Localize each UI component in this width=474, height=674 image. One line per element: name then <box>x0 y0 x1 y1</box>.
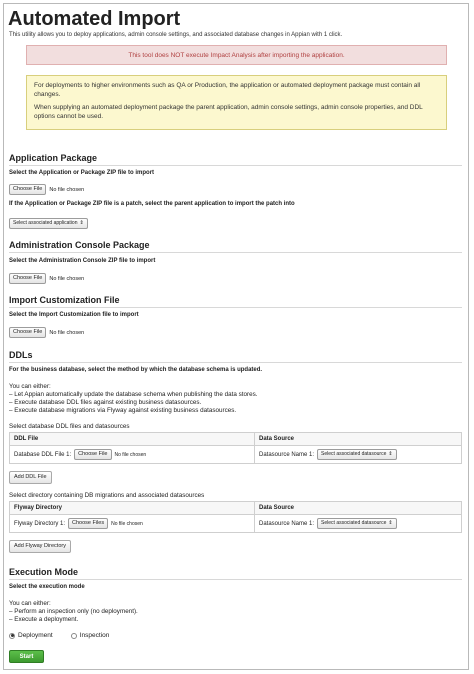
ddl-datasource-label: Datasource Name 1: <box>259 451 315 458</box>
ddl-datasource-select[interactable]: Select associated datasource ⇕ <box>317 449 397 460</box>
execution-option-1: – Perform an inspection only (no deploym… <box>9 608 138 615</box>
admin-console-file-status: No file chosen <box>49 275 85 282</box>
divider <box>9 579 462 580</box>
customization-label: Select the Import Customization file to … <box>9 312 139 318</box>
execution-either-text: You can either: <box>9 600 51 607</box>
deployment-radio[interactable] <box>9 632 15 639</box>
flyway-directories-table: Flyway Directory Data Source Flyway Dire… <box>9 501 462 533</box>
deployment-radio-label[interactable]: Deployment <box>18 632 53 639</box>
section-title-execution-mode: Execution Mode <box>9 567 79 577</box>
data-source-column-header: Data Source <box>259 436 295 442</box>
ddl-datasource-cell: Datasource Name 1: Select associated dat… <box>255 449 461 460</box>
ddl-file-status: No file chosen <box>114 451 147 458</box>
customization-file-picker: Choose File No file chosen <box>9 327 84 338</box>
divider <box>9 165 462 166</box>
divider <box>9 362 462 363</box>
parent-application-select[interactable]: Select associated application ⇕ <box>9 218 88 229</box>
info-alert-text-1: For deployments to higher environments s… <box>34 82 421 98</box>
divider <box>9 252 462 253</box>
select-caret-icon: ⇕ <box>388 520 393 526</box>
patch-parent-label: If the Application or Package ZIP file i… <box>9 201 295 207</box>
parent-application-select-value: Select associated application <box>13 220 78 226</box>
ddl-file-cell: Database DDL File 1: Choose File No file… <box>10 446 255 463</box>
page-title: Automated Import <box>8 8 181 30</box>
table-row: Database DDL File 1: Choose File No file… <box>10 446 461 463</box>
ddl-datasource-select-value: Select associated datasource <box>321 451 387 457</box>
ddl-table-header: DDL File Data Source <box>10 433 461 446</box>
inspection-radio-label[interactable]: Inspection <box>80 632 110 639</box>
admin-console-file-picker: Choose File No file chosen <box>9 273 84 284</box>
ddl-choose-file-button[interactable]: Choose File <box>74 449 112 460</box>
ddl-either-text: You can either: <box>9 383 51 390</box>
data-source-column-header: Data Source <box>259 505 295 511</box>
ddl-option-1: – Let Appian automatically update the da… <box>9 391 258 398</box>
info-alert-text-2: When supplying an automated deployment p… <box>34 104 423 120</box>
flyway-datasource-label: Datasource Name 1: <box>259 520 315 527</box>
ddl-file-row-label: Database DDL File 1: <box>14 451 72 458</box>
ddl-method-label: For the business database, select the me… <box>9 367 263 373</box>
execution-option-2: – Execute a deployment. <box>9 616 79 623</box>
flyway-table-header: Flyway Directory Data Source <box>10 502 461 515</box>
table-row: Flyway Directory 1: Choose Files No file… <box>10 515 461 532</box>
add-flyway-directory-button[interactable]: Add Flyway Directory <box>9 540 71 553</box>
select-caret-icon: ⇕ <box>79 220 84 226</box>
ddl-option-3: – Execute database migrations via Flyway… <box>9 407 237 414</box>
execution-mode-label: Select the execution mode <box>9 584 85 590</box>
admin-console-zip-label: Select the Administration Console ZIP fi… <box>9 258 156 264</box>
start-button[interactable]: Start <box>9 650 44 663</box>
error-alert: This tool does NOT execute Impact Analys… <box>26 45 447 65</box>
flyway-file-status: No file chosen <box>111 520 143 527</box>
customization-choose-file-button[interactable]: Choose File <box>9 327 47 338</box>
flyway-choose-files-button[interactable]: Choose Files <box>68 518 109 529</box>
info-alert: For deployments to higher environments s… <box>26 75 447 130</box>
section-title-admin-console: Administration Console Package <box>9 240 150 250</box>
parent-application-select-row: Select associated application ⇕ <box>9 218 88 229</box>
select-caret-icon: ⇕ <box>388 451 393 457</box>
section-title-ddls: DDLs <box>9 350 33 360</box>
admin-console-choose-file-button[interactable]: Choose File <box>9 273 47 284</box>
flyway-datasource-select-value: Select associated datasource <box>321 520 387 526</box>
flyway-datasource-select[interactable]: Select associated datasource ⇕ <box>317 518 397 529</box>
application-choose-file-button[interactable]: Choose File <box>9 184 47 195</box>
divider <box>9 307 462 308</box>
flyway-directory-row-label: Flyway Directory 1: <box>14 520 66 527</box>
execution-mode-radio-group: Deployment Inspection <box>9 632 109 639</box>
flyway-directory-column-header: Flyway Directory <box>10 502 255 514</box>
flyway-section-label: Select directory containing DB migration… <box>9 492 205 499</box>
application-file-picker: Choose File No file chosen <box>9 184 84 195</box>
section-title-customization: Import Customization File <box>9 295 120 305</box>
customization-file-status: No file chosen <box>49 329 85 336</box>
ddl-files-table: DDL File Data Source Database DDL File 1… <box>9 432 462 464</box>
ddl-files-section-label: Select database DDL files and datasource… <box>9 423 130 430</box>
section-title-application-package: Application Package <box>9 153 98 163</box>
page-subtitle: This utility allows you to deploy applic… <box>9 32 343 38</box>
ddl-option-2: – Execute database DDL files against exi… <box>9 399 202 406</box>
application-file-status: No file chosen <box>49 186 85 193</box>
add-ddl-file-button[interactable]: Add DDL File <box>9 471 52 484</box>
flyway-datasource-cell: Datasource Name 1: Select associated dat… <box>255 518 461 529</box>
ddl-file-column-header: DDL File <box>10 433 255 445</box>
flyway-directory-cell: Flyway Directory 1: Choose Files No file… <box>10 515 255 532</box>
inspection-radio[interactable] <box>70 632 77 639</box>
application-zip-label: Select the Application or Package ZIP fi… <box>9 170 155 176</box>
